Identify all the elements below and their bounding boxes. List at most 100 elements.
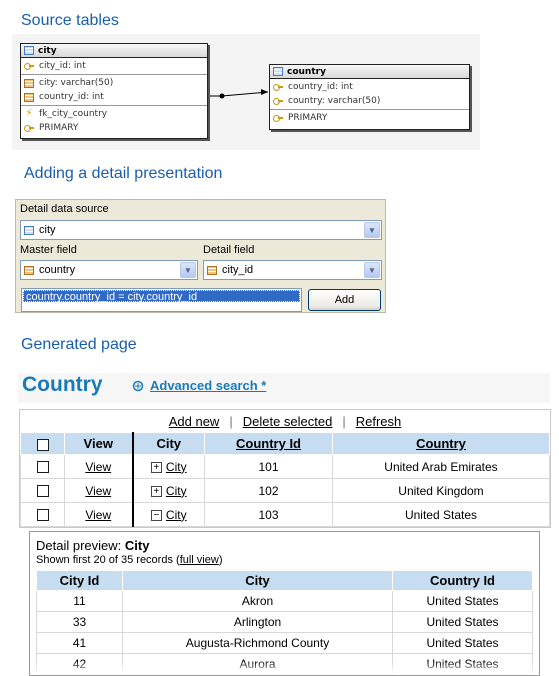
section-title-adding-detail: Adding a detail presentation [24,165,223,182]
table-icon [24,225,34,235]
expand-icon[interactable]: + [150,461,162,473]
country-grid: Add new | Delete selected | Refresh View… [19,409,551,528]
city-cell: Arlington [122,611,393,633]
select-all-checkbox[interactable] [36,438,49,451]
master-field-value: country [39,264,76,276]
row-checkbox[interactable] [36,509,49,522]
column-label: city: varchar(50) [39,78,114,88]
collapse-icon[interactable]: − [150,509,162,521]
city-id-cell: 33 [36,611,123,633]
country-id-cell: 101 [204,454,333,479]
chevron-down-icon[interactable]: ▼ [364,262,380,278]
country-id-cell: 102 [204,478,333,503]
key-icon [273,114,283,123]
add-new-link[interactable]: Add new [169,414,220,429]
country-table-name: country [287,66,326,77]
column-header-view: View [64,432,134,455]
city-id-cell: 41 [36,632,123,654]
city-detail-link[interactable]: City [166,484,187,498]
link-list-item[interactable]: country.country_id = city.country_id [23,290,300,303]
column-header-label[interactable]: Country Id [236,436,301,451]
detail-title-name: City [124,538,150,553]
expand-icon[interactable]: + [150,485,162,497]
view-link[interactable]: View [85,460,111,474]
refresh-link[interactable]: Refresh [356,414,402,429]
search-icon [132,380,144,392]
table-row: 41 Augusta-Richmond County United States [36,632,533,654]
index-label: PRIMARY [39,123,79,133]
section-title-source-tables: Source tables [21,12,119,29]
chevron-down-icon[interactable]: ▼ [364,222,380,238]
view-link[interactable]: View [85,508,111,522]
detail-header-row: City Id City Country Id [36,570,533,591]
column-icon [24,78,34,88]
city-table-key-row: city_id: int [21,59,207,73]
link-list[interactable]: country.country_id = city.country_id [21,288,302,312]
select-all-cell [20,432,65,455]
table-row: View − City 103 United States [20,502,550,527]
country-id-cell: United States [392,590,533,612]
page-title: Country [22,373,103,396]
master-field-combo[interactable]: country ▼ [20,260,198,280]
column-icon [24,92,34,102]
advanced-search-link[interactable]: Advanced search * [132,378,266,393]
detail-field-label: Detail field [203,244,255,256]
toolbar-separator: | [229,413,233,429]
key-icon [273,83,283,92]
country-table[interactable]: country country_id: int country: varchar… [269,64,470,130]
table-icon [273,67,283,76]
full-view-link[interactable]: full view [180,554,219,566]
detail-field-combo[interactable]: city_id ▼ [203,260,382,280]
column-header-city: City [132,432,205,455]
page-header: Country Advanced search * [18,373,550,403]
column-label: country_id: int [39,92,104,102]
city-cell: Akron [122,590,393,612]
key-icon [24,124,34,133]
detail-source-label: Detail data source [20,203,109,215]
country-table-grid: View City Country Id Country View + City … [20,432,550,527]
country-cell: United Arab Emirates [332,454,550,479]
detail-preview-panel: Detail preview: City Shown first 20 of 3… [29,531,540,676]
city-detail-link[interactable]: City [166,508,187,522]
city-table[interactable]: city city_id: int city: varchar(50) coun… [20,43,208,139]
country-id-cell: United States [392,611,533,633]
city-id-cell: 11 [36,590,123,612]
row-checkbox[interactable] [36,461,49,474]
detail-subtitle-end: ) [218,554,223,566]
advanced-search-label[interactable]: Advanced search * [150,378,266,393]
city-table-index-row: PRIMARY [21,121,207,135]
table-row: 11 Akron United States [36,590,533,612]
add-button[interactable]: Add [308,289,381,311]
detail-field-value: city_id [222,264,254,276]
grid-header-row: View City Country Id Country [20,432,550,455]
key-icon [273,97,283,106]
city-detail-link[interactable]: City [166,460,187,474]
column-header-country[interactable]: Country [332,432,550,455]
country-table-index-row: PRIMARY [270,111,469,125]
table-row: View + City 102 United Kingdom [20,478,550,503]
country-table-header: country [270,65,469,79]
chevron-down-icon[interactable]: ▼ [180,262,196,278]
column-icon [24,265,34,275]
country-cell: United States [332,502,550,527]
detail-title-prefix: Detail preview: [36,538,122,553]
table-row: View + City 101 United Arab Emirates [20,454,550,479]
delete-selected-link[interactable]: Delete selected [243,414,333,429]
detail-subtitle-text: Shown first 20 of 35 records ( [36,554,180,566]
country-id-cell: United States [392,632,533,654]
detail-source-combo[interactable]: city ▼ [20,220,382,240]
column-header-country-id: Country Id [392,570,533,591]
column-header-country-id[interactable]: Country Id [204,432,333,455]
foreign-key-icon: ⚡ [25,108,33,119]
view-link[interactable]: View [85,484,111,498]
city-cell: Augusta-Richmond County [122,632,393,654]
section-title-generated-page: Generated page [21,336,137,353]
column-header-label[interactable]: Country [416,436,466,451]
city-table-column-row: city: varchar(50) [21,76,207,90]
index-label: fk_city_country [39,109,108,119]
table-row: 33 Arlington United States [36,611,533,633]
row-checkbox[interactable] [36,485,49,498]
detail-preview-title: Detail preview: City [36,538,149,553]
column-label: country_id: int [288,82,353,92]
column-label: city_id: int [39,61,86,71]
